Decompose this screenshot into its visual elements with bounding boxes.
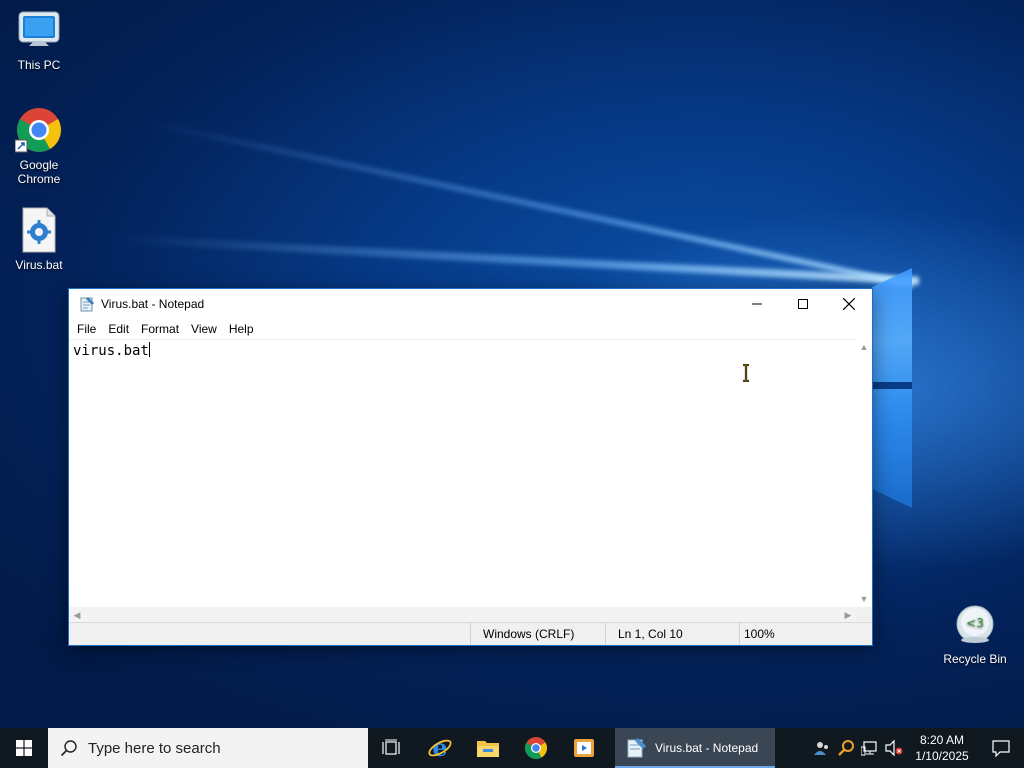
notepad-status-bar: Windows (CRLF) Ln 1, Col 10 100% [69, 622, 872, 645]
desktop-icon-google-chrome[interactable]: Google Chrome [1, 106, 77, 186]
horizontal-scrollbar[interactable]: ◀ ▶ [69, 607, 856, 623]
close-button[interactable] [826, 289, 872, 319]
text-caret [148, 342, 150, 357]
maximize-button[interactable] [780, 289, 826, 319]
system-tray: 8:20 AM 1/10/2025 [810, 728, 1024, 768]
windows-start-icon [16, 740, 32, 756]
desktop-icon-this-pc[interactable]: This PC [1, 6, 77, 72]
volume-muted-icon [885, 739, 903, 757]
notepad-window: Virus.bat - Notepad File Edit Format Vie… [68, 288, 873, 646]
internet-explorer-button[interactable]: e [416, 728, 464, 768]
desktop-icon-recycle-bin[interactable]: <3 Recycle Bin [937, 600, 1013, 666]
scroll-left-icon[interactable]: ◀ [69, 607, 85, 623]
wallpaper-beam [119, 235, 920, 285]
status-line-ending-text: Windows (CRLF) [483, 627, 575, 641]
status-spacer [69, 623, 470, 645]
task-view-button[interactable] [368, 728, 416, 768]
chrome-icon [14, 106, 63, 154]
network-tray-button[interactable] [858, 728, 882, 768]
chrome-icon [525, 737, 547, 759]
notepad-title: Virus.bat - Notepad [101, 297, 205, 311]
svg-text:<3: <3 [966, 616, 984, 630]
editor-content: virus.bat [73, 343, 149, 359]
volume-tray-button[interactable] [882, 728, 906, 768]
vertical-scrollbar[interactable]: ▲ ▼ [856, 339, 872, 607]
scroll-down-icon[interactable]: ▼ [856, 591, 872, 607]
svg-text:e: e [432, 735, 447, 761]
file-explorer-button[interactable] [464, 728, 512, 768]
minimize-button[interactable] [734, 289, 780, 319]
menu-help[interactable]: Help [223, 320, 260, 338]
clock-time: 8:20 AM [919, 733, 965, 747]
batch-file-icon [15, 206, 63, 254]
clock-date: 1/10/2025 [915, 749, 969, 763]
action-center-button[interactable] [978, 728, 1024, 768]
desktop-icon-virus-bat[interactable]: Virus.bat [1, 206, 77, 272]
people-icon [814, 742, 828, 755]
status-zoom: 100% [739, 623, 872, 645]
internet-explorer-icon: e [428, 735, 452, 761]
search-icon [60, 740, 77, 757]
scroll-up-icon[interactable]: ▲ [856, 339, 872, 355]
maximize-icon [798, 299, 808, 309]
notepad-text-area[interactable]: virus.bat [69, 339, 856, 607]
search-tray-button[interactable] [834, 728, 858, 768]
menu-view[interactable]: View [185, 320, 223, 338]
status-zoom-text: 100% [744, 627, 775, 641]
search-placeholder: Type here to search [88, 739, 221, 757]
notepad-menubar: File Edit Format View Help [69, 319, 872, 339]
menu-file[interactable]: File [71, 320, 102, 338]
notepad-titlebar[interactable]: Virus.bat - Notepad [69, 289, 872, 319]
wallpaper-windows-logo [872, 268, 912, 508]
file-explorer-icon [477, 741, 499, 757]
recycle-bin-icon: <3 [951, 600, 999, 648]
scroll-right-icon[interactable]: ▶ [840, 607, 856, 623]
close-icon [843, 298, 855, 310]
desktop-icon-label: Recycle Bin [943, 652, 1007, 666]
minimize-icon [752, 303, 762, 305]
start-button[interactable] [0, 728, 48, 768]
notepad-icon [79, 296, 95, 312]
wallpaper-logo-gap [872, 382, 912, 389]
chrome-taskbar-button[interactable] [512, 728, 560, 768]
desktop-icon-label: Google Chrome [17, 158, 61, 186]
desktop-icon-label: Virus.bat [15, 258, 63, 272]
desktop-icon-label: This PC [17, 58, 61, 72]
search-tray-icon [838, 740, 854, 756]
scrollbar-corner [856, 607, 872, 623]
status-position: Ln 1, Col 10 [605, 623, 739, 645]
status-position-text: Ln 1, Col 10 [618, 627, 683, 641]
status-line-ending: Windows (CRLF) [470, 623, 605, 645]
notepad-icon [627, 738, 646, 758]
taskbar-notepad-button[interactable]: Virus.bat - Notepad [615, 728, 775, 768]
media-player-button[interactable] [560, 728, 608, 768]
wallpaper-beam [149, 120, 914, 289]
network-icon [861, 741, 877, 756]
people-tray-button[interactable] [810, 728, 834, 768]
media-player-icon [574, 739, 594, 757]
notification-icon [992, 740, 1010, 757]
menu-format[interactable]: Format [135, 320, 185, 338]
taskbar-search-box[interactable]: Type here to search [48, 728, 368, 768]
menu-edit[interactable]: Edit [102, 320, 135, 338]
computer-icon [15, 6, 63, 54]
taskbar-notepad-label: Virus.bat - Notepad [655, 741, 759, 755]
task-view-icon [382, 739, 400, 755]
taskbar-clock[interactable]: 8:20 AM 1/10/2025 [906, 732, 978, 764]
